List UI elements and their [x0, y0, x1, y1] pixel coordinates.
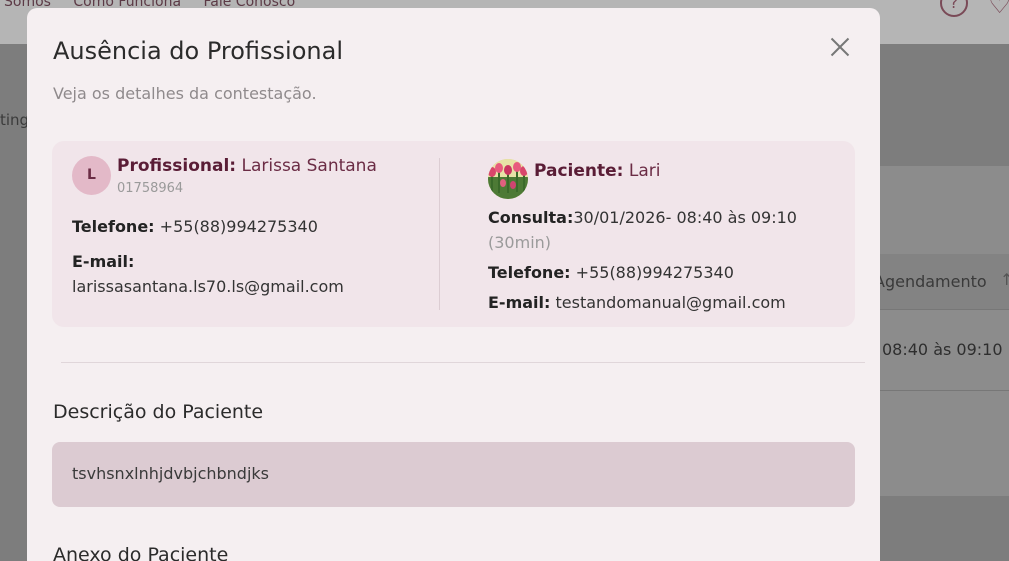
professional-label: Profissional:	[117, 156, 237, 176]
background-table: Agendamento ↑ 08:40 às 09:10	[874, 166, 1009, 496]
professional-phone: Telefone: +55(88)994275340	[72, 217, 318, 236]
patient-phone: Telefone: +55(88)994275340	[488, 263, 734, 282]
patient-label: Paciente:	[534, 161, 624, 181]
consultation-label: Consulta:	[488, 208, 574, 227]
professional-phone-value: +55(88)994275340	[159, 217, 318, 236]
heart-icon[interactable]: ♡	[988, 0, 1009, 20]
details-card: L Profissional: Larissa Santana 01758964…	[52, 141, 855, 327]
patient-phone-label: Telefone:	[488, 263, 571, 282]
professional-email-label: E-mail:	[72, 252, 135, 271]
section-divider	[61, 362, 865, 363]
patient-name: Paciente: Lari	[534, 161, 660, 181]
table-header-agendamento[interactable]: Agendamento	[874, 272, 987, 291]
professional-registration: 01758964	[117, 181, 184, 196]
help-icon[interactable]: ?	[940, 0, 968, 17]
column-divider	[439, 158, 440, 310]
patient-email-label: E-mail:	[488, 293, 551, 312]
contestation-modal: Ausência do Profissional Veja os detalhe…	[27, 8, 880, 561]
sort-arrow-icon[interactable]: ↑	[1000, 270, 1009, 289]
consultation-value: 30/01/2026- 08:40 às 09:10	[573, 208, 797, 227]
patient-consultation: Consulta:30/01/2026- 08:40 às 09:10	[488, 208, 797, 227]
description-title: Descrição do Paciente	[53, 401, 264, 423]
patient-email: E-mail: testandomanual@gmail.com	[488, 293, 786, 312]
professional-phone-label: Telefone:	[72, 217, 155, 236]
patient-avatar	[488, 159, 528, 199]
description-box: tsvhsnxlnhjdvbjchbndjks	[52, 442, 855, 507]
professional-email-value: larissasantana.ls70.ls@gmail.com	[72, 277, 344, 296]
close-icon[interactable]	[827, 34, 853, 60]
professional-avatar: L	[72, 156, 111, 195]
patient-phone-value: +55(88)994275340	[575, 263, 734, 282]
patient-email-value: testandomanual@gmail.com	[555, 293, 786, 312]
professional-name: Profissional: Larissa Santana	[117, 156, 377, 176]
patient-name-value: Lari	[628, 161, 661, 181]
attachment-title: Anexo do Paciente	[53, 544, 229, 561]
consultation-duration: (30min)	[488, 233, 552, 252]
modal-subtitle: Veja os detalhes da contestação.	[53, 84, 317, 103]
background-text-fragment: ting	[0, 111, 30, 129]
table-cell-horario: 08:40 às 09:10	[882, 340, 1003, 359]
table-row-divider	[880, 390, 1009, 391]
professional-name-value: Larissa Santana	[241, 156, 377, 176]
modal-title: Ausência do Profissional	[53, 37, 343, 65]
